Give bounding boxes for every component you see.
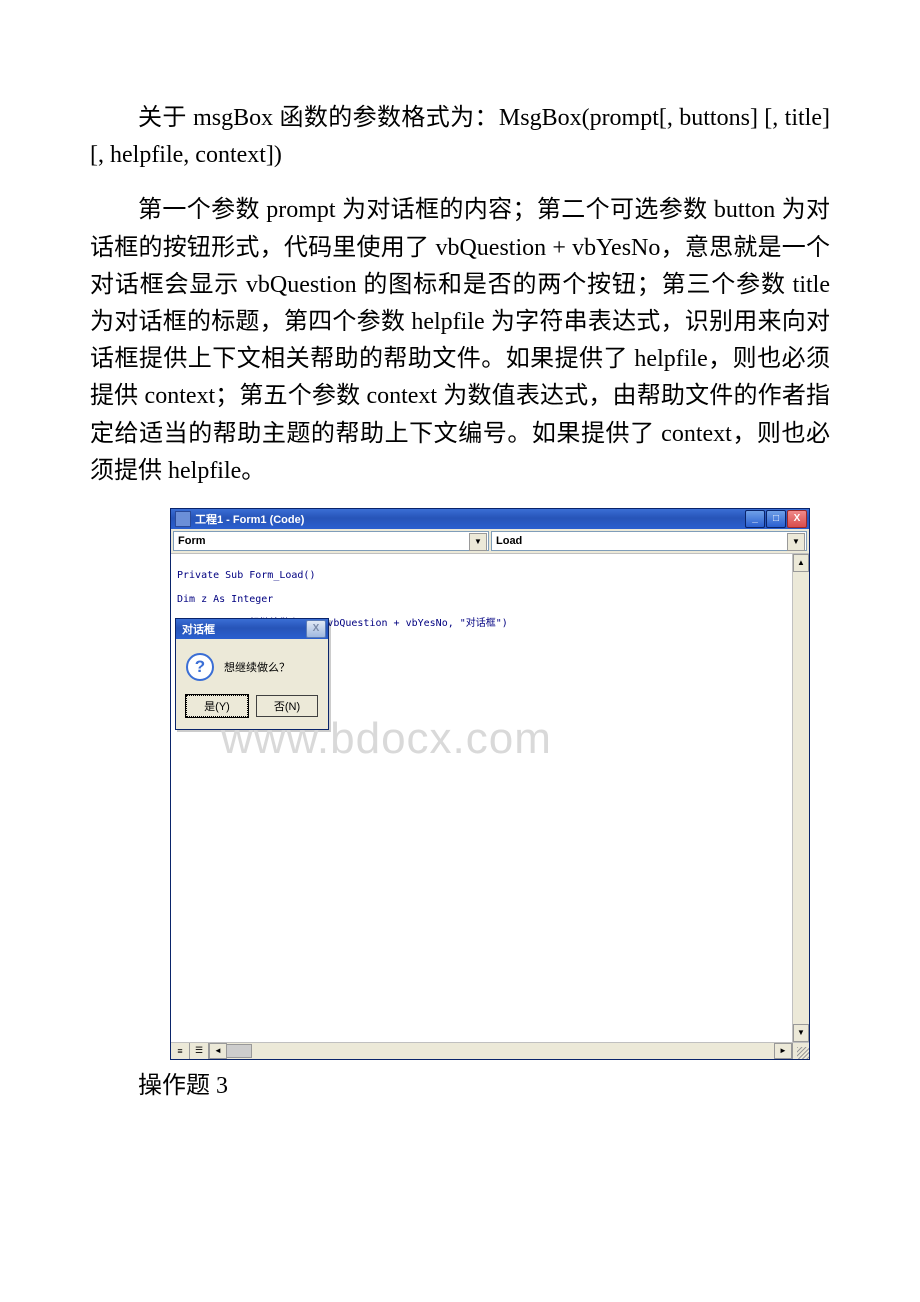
msgbox-close-button[interactable]: X bbox=[306, 620, 326, 638]
vertical-scrollbar[interactable]: ▲ ▼ bbox=[792, 554, 809, 1042]
scroll-up-icon[interactable]: ▲ bbox=[793, 554, 809, 572]
vb-code-area[interactable]: Private Sub Form_Load() Dim z As Integer… bbox=[171, 554, 809, 1042]
yes-button[interactable]: 是(Y) bbox=[186, 695, 248, 717]
scroll-down-icon[interactable]: ▼ bbox=[793, 1024, 809, 1042]
close-button[interactable]: X bbox=[787, 510, 807, 528]
vb-dropdown-bar: Form ▼ Load ▼ bbox=[171, 529, 809, 554]
msgbox-prompt-text: 想继续做么？ bbox=[224, 659, 290, 675]
paragraph-1: 关于 msgBox 函数的参数格式为：MsgBox(prompt[, butto… bbox=[90, 100, 830, 174]
page-content: 关于 msgBox 函数的参数格式为：MsgBox(prompt[, butto… bbox=[0, 0, 920, 1163]
code-line: Private Sub Form_Load() bbox=[177, 570, 803, 582]
resize-grip[interactable] bbox=[792, 1043, 809, 1059]
chevron-down-icon: ▼ bbox=[469, 533, 487, 551]
paragraph-3: 操作题 3 bbox=[90, 1068, 830, 1105]
object-dropdown[interactable]: Form ▼ bbox=[173, 531, 489, 551]
procedure-view-button[interactable]: ≡ bbox=[171, 1043, 190, 1059]
object-dropdown-value: Form bbox=[178, 535, 206, 547]
msgbox-title: 对话框 bbox=[182, 621, 306, 637]
maximize-button[interactable]: □ bbox=[766, 510, 786, 528]
minimize-button[interactable]: _ bbox=[745, 510, 765, 528]
code-line: Dim z As Integer bbox=[177, 594, 803, 606]
scroll-left-icon[interactable]: ◄ bbox=[209, 1043, 227, 1059]
vb-code-window: 工程1 - Form1 (Code) _ □ X Form ▼ Load ▼ bbox=[170, 508, 810, 1060]
scroll-thumb[interactable] bbox=[226, 1044, 252, 1058]
grip-icon bbox=[797, 1047, 809, 1059]
msgbox-titlebar: 对话框 X bbox=[176, 619, 328, 639]
paragraph-2: 第一个参数 prompt 为对话框的内容；第二个可选参数 button 为对话框… bbox=[90, 192, 830, 490]
window-controls: _ □ X bbox=[745, 510, 807, 528]
procedure-dropdown-value: Load bbox=[496, 535, 522, 547]
msgbox-dialog: 对话框 X ? 想继续做么？ 是(Y) 否(N) bbox=[175, 618, 329, 730]
vb-window-title: 工程1 - Form1 (Code) bbox=[195, 511, 745, 527]
horizontal-scrollbar[interactable]: ◄ ► bbox=[209, 1043, 792, 1059]
vb-screenshot: 工程1 - Form1 (Code) _ □ X Form ▼ Load ▼ bbox=[170, 508, 830, 1060]
scroll-right-icon[interactable]: ► bbox=[774, 1043, 792, 1059]
question-icon: ? bbox=[186, 653, 214, 681]
vb-bottom-bar: ≡ ☰ ◄ ► bbox=[171, 1042, 809, 1059]
msgbox-body: ? 想继续做么？ bbox=[176, 639, 328, 691]
msgbox-buttons: 是(Y) 否(N) bbox=[176, 691, 328, 729]
vb-titlebar: 工程1 - Form1 (Code) _ □ X bbox=[171, 509, 809, 529]
chevron-down-icon: ▼ bbox=[787, 533, 805, 551]
procedure-dropdown[interactable]: Load ▼ bbox=[491, 531, 807, 551]
no-button[interactable]: 否(N) bbox=[256, 695, 318, 717]
full-module-view-button[interactable]: ☰ bbox=[190, 1043, 209, 1059]
form-icon bbox=[175, 511, 191, 527]
